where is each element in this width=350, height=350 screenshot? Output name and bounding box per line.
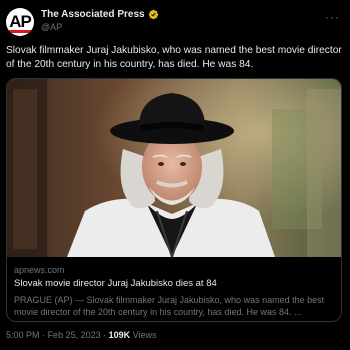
avatar-logo-bar bbox=[9, 30, 31, 33]
avatar[interactable]: AP bbox=[6, 8, 34, 36]
card-domain: apnews.com bbox=[14, 265, 65, 275]
card-title[interactable]: Slovak movie director Juraj Jakubisko di… bbox=[14, 278, 334, 289]
separator: · bbox=[103, 330, 107, 340]
card-meta: apnews.com Slovak movie director Juraj J… bbox=[14, 265, 334, 318]
views-count: 109K bbox=[108, 330, 131, 340]
tweet-date[interactable]: Feb 25, 2023 bbox=[48, 330, 101, 340]
card-image[interactable] bbox=[7, 79, 341, 257]
tweet-footer: 5:00 PM · Feb 25, 2023 · 109K Views bbox=[6, 330, 157, 340]
tweet-text: Slovak filmmaker Juraj Jakubisko, who wa… bbox=[6, 45, 342, 70]
portrait-photo bbox=[7, 79, 341, 257]
more-options-icon[interactable]: ··· bbox=[325, 10, 340, 24]
tweet-header: AP The Associated Press @AP ··· bbox=[6, 8, 344, 38]
link-card[interactable]: apnews.com Slovak movie director Juraj J… bbox=[6, 78, 342, 322]
account-handle[interactable]: @AP bbox=[41, 22, 159, 32]
avatar-logo-text: AP bbox=[9, 12, 32, 31]
verified-badge-icon bbox=[148, 9, 158, 20]
tweet-time[interactable]: 5:00 PM bbox=[6, 330, 40, 340]
views-label: Views bbox=[132, 330, 157, 340]
display-name[interactable]: The Associated Press bbox=[41, 9, 145, 20]
account-info: The Associated Press @AP bbox=[41, 9, 159, 32]
separator: · bbox=[42, 330, 46, 340]
card-description: PRAGUE (AP) — Slovak filmmaker Juraj Jak… bbox=[14, 295, 325, 317]
